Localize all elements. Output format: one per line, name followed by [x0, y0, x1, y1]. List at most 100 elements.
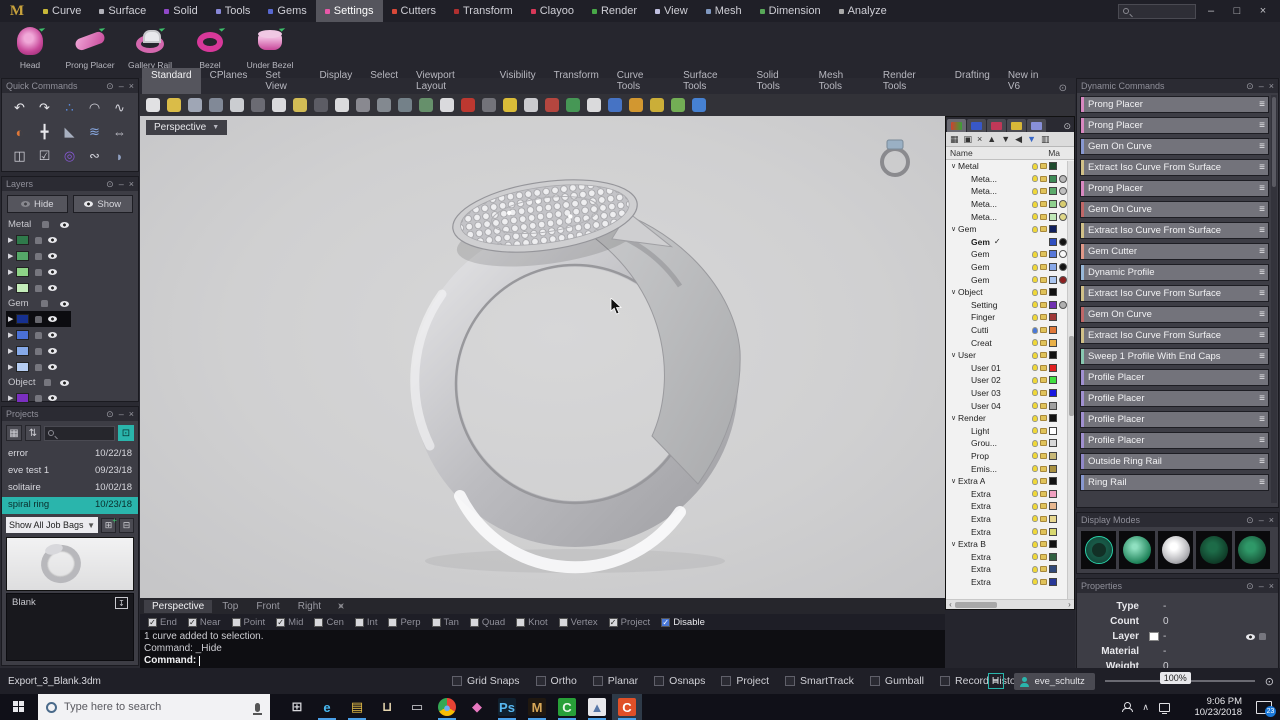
layer-color-swatch[interactable] — [16, 362, 29, 372]
chevron-down-icon[interactable]: ∨ — [949, 162, 958, 170]
eye-icon[interactable] — [48, 395, 57, 401]
quick-command-button[interactable]: ☑ — [32, 144, 57, 168]
tree-header[interactable]: Name Ma — [946, 147, 1074, 160]
lock-icon[interactable] — [1040, 541, 1047, 547]
checkbox[interactable] — [870, 676, 880, 686]
bulb-icon[interactable] — [1032, 314, 1038, 321]
layer-toolbar-button[interactable]: × — [977, 134, 982, 144]
lock-icon[interactable] — [1040, 188, 1047, 194]
bulb-icon[interactable] — [1032, 541, 1038, 548]
toolbar-icon[interactable] — [251, 98, 265, 112]
layer-toolbar-button[interactable]: ◀ — [1015, 134, 1022, 145]
lock-icon[interactable] — [1040, 302, 1047, 308]
dynamic-command-item[interactable]: Gem On Curve ≡ — [1080, 201, 1269, 218]
play-icon[interactable]: ▶ — [8, 284, 13, 292]
dynamic-command-item[interactable]: Profile Placer ≡ — [1080, 432, 1269, 449]
layer-tree-row[interactable]: ∨ Object ✓ — [946, 286, 1067, 299]
layer-color-swatch[interactable] — [1049, 364, 1057, 372]
panel-tab[interactable] — [1027, 119, 1046, 132]
menu-icon[interactable]: ≡ — [1259, 141, 1268, 152]
panel-minimize-icon[interactable]: – — [1259, 81, 1264, 92]
eye-icon[interactable] — [48, 269, 57, 275]
dynamic-command-item[interactable]: Sweep 1 Profile With End Caps ≡ — [1080, 348, 1269, 365]
panel-gear-icon[interactable]: ⊙ — [106, 81, 114, 92]
toolbar-tab[interactable]: Viewport Layout — [407, 68, 491, 94]
layer-tree-row[interactable]: ∨ Gem ✓ — [946, 261, 1067, 274]
toolbar-tab[interactable]: Transform — [545, 68, 608, 94]
perspective-viewport[interactable]: Perspective▼ — [140, 116, 945, 598]
scroll-right-icon[interactable]: › — [1065, 600, 1074, 609]
bulb-icon[interactable] — [1032, 364, 1038, 371]
layer-color-swatch[interactable] — [1049, 225, 1057, 233]
lock-icon[interactable] — [1040, 365, 1047, 371]
bulb-icon[interactable] — [1032, 478, 1038, 485]
osnap-toggle[interactable]: ✓ Project — [609, 617, 651, 628]
eye-icon[interactable] — [48, 348, 57, 354]
display-mode-button[interactable] — [1158, 531, 1193, 569]
menu-item[interactable]: View — [646, 0, 697, 22]
dynamic-command-item[interactable]: Gem On Curve ≡ — [1080, 138, 1269, 155]
navigation-ring-icon[interactable] — [875, 138, 915, 178]
checkbox[interactable]: ✓ — [432, 618, 441, 627]
command-prompt[interactable]: Command: — [144, 655, 941, 667]
lock-icon[interactable] — [35, 316, 42, 323]
layer-toolbar-button[interactable]: ▥ — [1041, 134, 1050, 145]
toolbar-icon[interactable] — [398, 98, 412, 112]
eye-icon[interactable] — [48, 316, 57, 322]
lock-icon[interactable] — [1040, 516, 1047, 522]
viewport-tab[interactable]: Right — [290, 600, 329, 613]
new-viewport-icon[interactable] — [335, 600, 346, 611]
osnap-toggle[interactable]: ✓ End — [148, 617, 177, 628]
layer-tree-row[interactable]: ∨ Light ✓ — [946, 424, 1067, 437]
dynamic-command-item[interactable]: Prong Placer ≡ — [1080, 117, 1269, 134]
checkbox[interactable]: ✓ — [470, 618, 479, 627]
layer-tree-row[interactable]: ∨ Creat ✓ — [946, 336, 1067, 349]
zoom-slider[interactable]: 100% — [1105, 680, 1255, 682]
link-project-button[interactable]: ⊡ — [118, 425, 134, 441]
quick-command-button[interactable]: ◠ — [82, 96, 107, 120]
scrollbar-thumb[interactable] — [955, 602, 997, 608]
chevron-down-icon[interactable]: ∨ — [949, 540, 958, 548]
bulb-icon[interactable] — [1032, 201, 1038, 208]
property-value[interactable]: - — [1149, 646, 1166, 657]
bulb-icon[interactable] — [1032, 402, 1038, 409]
bulb-icon[interactable] — [1032, 389, 1038, 396]
display-mode-button[interactable] — [1119, 531, 1154, 569]
viewport-tab[interactable]: Perspective — [144, 600, 212, 613]
material-swatch[interactable] — [1059, 200, 1067, 208]
layer-color-swatch[interactable] — [1049, 301, 1057, 309]
menu-icon[interactable]: ≡ — [1259, 183, 1268, 194]
material-swatch[interactable] — [1059, 175, 1067, 183]
layer-color-swatch[interactable] — [16, 393, 29, 403]
bulb-icon[interactable] — [1032, 163, 1038, 170]
lock-icon[interactable] — [1040, 554, 1047, 560]
toolbar-tab[interactable]: Curve Tools — [608, 68, 674, 94]
taskbar-app-button[interactable]: C — [552, 694, 582, 720]
layer-tree-row[interactable]: ∨ Grou... ✓ — [946, 437, 1067, 450]
layer-color-swatch[interactable] — [1049, 200, 1057, 208]
lock-icon[interactable] — [1040, 503, 1047, 509]
quick-command-button[interactable]: ↶ — [7, 96, 32, 120]
toolbar-icon[interactable] — [209, 98, 223, 112]
microphone-icon[interactable] — [255, 703, 260, 712]
layer-color-swatch[interactable] — [1049, 465, 1057, 473]
layer-color-swatch[interactable] — [1049, 427, 1057, 435]
project-row[interactable]: error 10/22/18 — [2, 446, 138, 463]
lock-icon[interactable] — [1040, 176, 1047, 182]
status-toggle[interactable]: Grid Snaps — [452, 675, 520, 687]
layer-tree-row[interactable]: ∨ User 02 ✓ — [946, 374, 1067, 387]
menu-icon[interactable]: ≡ — [1259, 162, 1268, 173]
layer-color-swatch[interactable] — [16, 251, 29, 261]
job-bag-options-button[interactable]: ⊟ — [119, 518, 134, 533]
toolbar-icon[interactable] — [545, 98, 559, 112]
lock-icon[interactable] — [1040, 529, 1047, 535]
menu-icon[interactable]: ≡ — [1259, 435, 1268, 446]
quick-command-button[interactable]: ◣ — [57, 120, 82, 144]
filter-list-button[interactable]: ≡ — [988, 673, 1004, 689]
layer-row[interactable]: ▶ — [6, 343, 71, 359]
layer-row[interactable]: ▶ — [6, 264, 71, 280]
panel-close-icon[interactable]: × — [1269, 581, 1274, 592]
panel-minimize-icon[interactable]: – — [119, 179, 124, 190]
project-row[interactable]: eve test 1 09/23/18 — [2, 463, 138, 480]
layer-tree-row[interactable]: ∨ Meta... ✓ — [946, 173, 1067, 186]
